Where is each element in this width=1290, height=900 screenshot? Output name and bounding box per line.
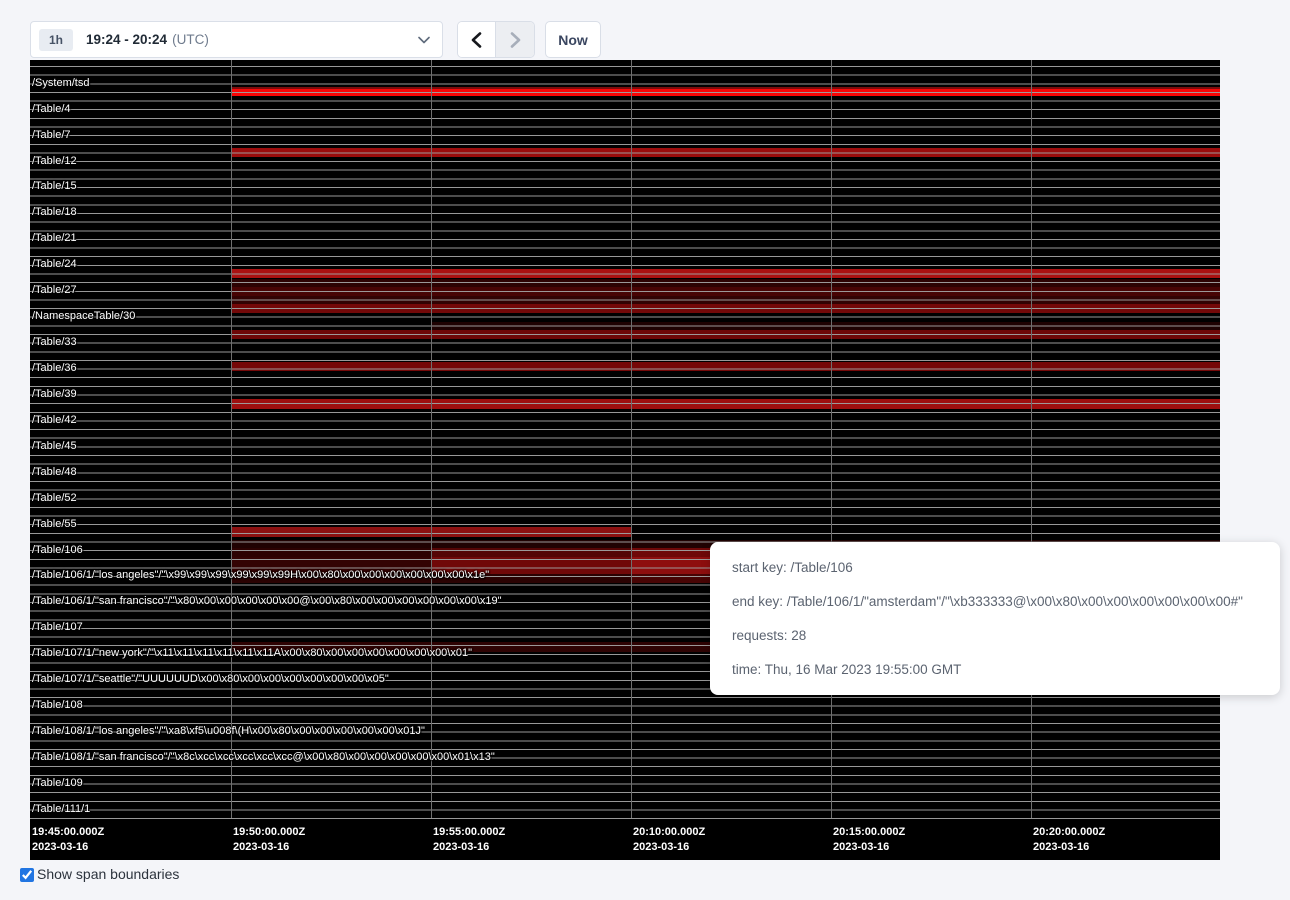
time-tick-label: 19:50:00.000Z2023-03-16 <box>233 825 305 855</box>
span-label: /Table/36 <box>32 362 77 374</box>
vertical-gridline <box>631 60 632 818</box>
range-preset-badge: 1h <box>39 29 73 51</box>
tooltip-start-key: start key: /Table/106 <box>732 560 1258 575</box>
show-span-boundaries-label: Show span boundaries <box>37 866 179 882</box>
range-text: 19:24 - 20:24 <box>86 32 167 47</box>
span-label: /Table/108/1/"los angeles"/"\xa8\xf5\u00… <box>32 725 425 737</box>
prev-interval-button[interactable] <box>458 22 496 57</box>
horizontal-gridlines <box>30 66 1220 822</box>
heatmap-grid[interactable]: /System/tsd/Table/4/Table/7/Table/12/Tab… <box>30 60 1220 822</box>
vertical-gridline <box>831 60 832 818</box>
vertical-gridline <box>431 60 432 818</box>
span-label: /Table/106 <box>32 544 83 556</box>
span-label: /Table/7 <box>32 129 71 141</box>
time-tick-label: 19:55:00.000Z2023-03-16 <box>433 825 505 855</box>
time-axis: 19:45:00.000Z2023-03-16 19:50:00.000Z2023… <box>30 822 1220 860</box>
span-label: /Table/24 <box>32 258 77 270</box>
span-label: /Table/15 <box>32 180 77 192</box>
time-nav-arrows <box>457 21 535 58</box>
span-label: /Table/21 <box>32 232 77 244</box>
key-visualizer[interactable]: /System/tsd/Table/4/Table/7/Table/12/Tab… <box>30 60 1220 860</box>
span-label: /Table/108/1/"san francisco"/"\x8c\xcc\x… <box>32 751 495 763</box>
span-label: /Table/107/1/"seattle"/"UUUUUUD\x00\x80\… <box>32 673 389 685</box>
span-label: /Table/42 <box>32 414 77 426</box>
time-tick-label: 20:20:00.000Z2023-03-16 <box>1033 825 1105 855</box>
key-visualizer-page: 1h 19:24 - 20:24 (UTC) Now /System/tsd/T… <box>0 0 1290 900</box>
span-label: /Table/45 <box>32 440 77 452</box>
span-label: /Table/111/1 <box>32 803 90 815</box>
chevron-down-icon <box>418 36 430 44</box>
span-label: /Table/106/1/"los angeles"/"\x99\x99\x99… <box>32 569 489 581</box>
next-interval-button-disabled[interactable] <box>496 22 534 57</box>
span-label: /Table/52 <box>32 492 77 504</box>
now-button[interactable]: Now <box>545 21 601 58</box>
span-label: /Table/33 <box>32 336 77 348</box>
hover-tooltip: start key: /Table/106 end key: /Table/10… <box>710 542 1280 695</box>
tooltip-requests: requests: 28 <box>732 628 1258 643</box>
vertical-gridline <box>231 60 232 818</box>
time-toolbar: 1h 19:24 - 20:24 (UTC) Now <box>0 0 1290 60</box>
span-label: /Table/4 <box>32 103 71 115</box>
span-label: /Table/109 <box>32 777 83 789</box>
span-label: /Table/55 <box>32 518 77 530</box>
time-tick-label: 19:45:00.000Z2023-03-16 <box>32 825 104 855</box>
span-label: /Table/108 <box>32 699 83 711</box>
time-range-selector[interactable]: 1h 19:24 - 20:24 (UTC) <box>30 21 443 58</box>
span-label: /NamespaceTable/30 <box>32 310 135 322</box>
span-boundaries-row: Show span boundaries <box>20 866 179 882</box>
tooltip-end-key: end key: /Table/106/1/"amsterdam"/"\xb33… <box>732 594 1258 609</box>
span-label: /System/tsd <box>32 77 89 89</box>
vertical-gridline <box>1031 60 1032 818</box>
span-label: /Table/39 <box>32 388 77 400</box>
span-label: /Table/48 <box>32 466 77 478</box>
range-timezone: (UTC) <box>172 32 209 47</box>
time-tick-label: 20:15:00.000Z2023-03-16 <box>833 825 905 855</box>
span-label: /Table/107/1/"new york"/"\x11\x11\x11\x1… <box>32 647 472 659</box>
span-label: /Table/12 <box>32 155 77 167</box>
span-label: /Table/18 <box>32 206 77 218</box>
span-label: /Table/107 <box>32 621 83 633</box>
span-label: /Table/106/1/"san francisco"/"\x80\x00\x… <box>32 595 502 607</box>
span-label: /Table/27 <box>32 284 77 296</box>
time-tick-label: 20:10:00.000Z2023-03-16 <box>633 825 705 855</box>
tooltip-time: time: Thu, 16 Mar 2023 19:55:00 GMT <box>732 662 1258 677</box>
show-span-boundaries-checkbox[interactable] <box>20 868 34 882</box>
